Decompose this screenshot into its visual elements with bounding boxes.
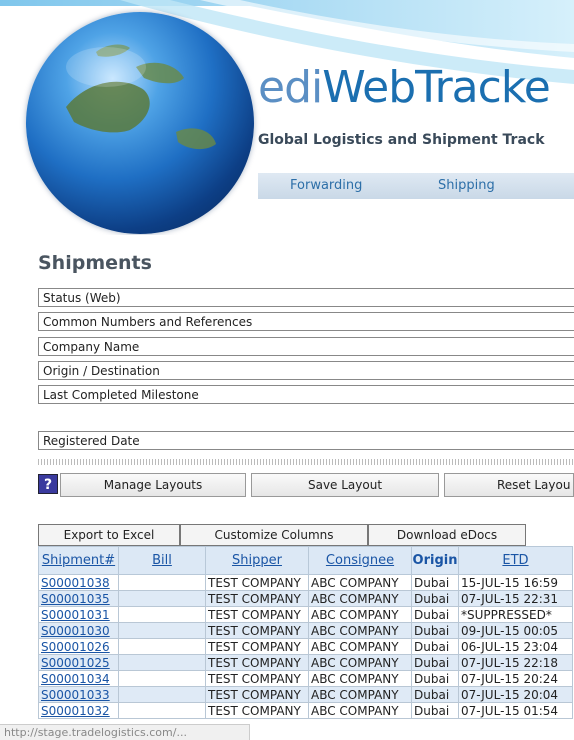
shipment-link[interactable]: S00001025 (38, 654, 119, 671)
export-excel-button[interactable]: Export to Excel (38, 524, 180, 546)
shipper-cell: TEST COMPANY (205, 574, 309, 591)
bill-cell (118, 686, 206, 703)
bill-cell (118, 590, 206, 607)
origin-cell: Dubai (411, 590, 459, 607)
shipment-link[interactable]: S00001038 (38, 574, 119, 591)
shipment-link[interactable]: S00001035 (38, 590, 119, 607)
column-header-shipment[interactable]: Shipment# (38, 546, 119, 575)
manage-layouts-button[interactable]: Manage Layouts (60, 473, 246, 497)
bill-cell (118, 702, 206, 719)
consignee-cell: ABC COMPANY (308, 670, 412, 687)
table-row: S00001034 TEST COMPANY ABC COMPANY Dubai… (38, 670, 573, 687)
etd-cell: 07-JUL-15 22:31 (458, 590, 573, 607)
etd-cell: 15-JUL-15 16:59 (458, 574, 573, 591)
bill-cell (118, 638, 206, 655)
table-row: S00001031 TEST COMPANY ABC COMPANY Dubai… (38, 606, 573, 623)
nav-shipping[interactable]: Shipping (438, 178, 495, 193)
consignee-cell: ABC COMPANY (308, 622, 412, 639)
filter-registered-date[interactable]: Registered Date (38, 431, 574, 450)
shipment-link[interactable]: S00001032 (38, 702, 119, 719)
table-row: S00001035 TEST COMPANY ABC COMPANY Dubai… (38, 590, 573, 607)
consignee-cell: ABC COMPANY (308, 606, 412, 623)
column-header-etd[interactable]: ETD (458, 546, 573, 575)
app-header: ediWebTracke Global Logistics and Shipme… (0, 0, 574, 235)
etd-cell: 07-JUL-15 01:54 (458, 702, 573, 719)
brand-name: WebTracke (322, 62, 551, 113)
shipper-cell: TEST COMPANY (205, 654, 309, 671)
shipment-link[interactable]: S00001030 (38, 622, 119, 639)
filter-origin-destination[interactable]: Origin / Destination (38, 361, 574, 380)
table-row: S00001030 TEST COMPANY ABC COMPANY Dubai… (38, 622, 573, 639)
table-row: S00001032 TEST COMPANY ABC COMPANY Dubai… (38, 702, 573, 719)
consignee-cell: ABC COMPANY (308, 686, 412, 703)
column-header-bill[interactable]: Bill (118, 546, 206, 575)
origin-cell: Dubai (411, 622, 459, 639)
origin-cell: Dubai (411, 702, 459, 719)
shipper-cell: TEST COMPANY (205, 590, 309, 607)
brand-logo: ediWebTracke (258, 62, 551, 113)
brand-prefix: edi (258, 62, 323, 113)
etd-cell: 07-JUL-15 20:04 (458, 686, 573, 703)
shipper-cell: TEST COMPANY (205, 606, 309, 623)
filter-status[interactable]: Status (Web) (38, 288, 574, 307)
separator (38, 459, 574, 465)
shipments-table: Shipment# Bill Shipper Consignee Origin … (38, 546, 573, 719)
consignee-cell: ABC COMPANY (308, 638, 412, 655)
browser-status-bar: http://stage.tradelogistics.com/... (0, 724, 250, 740)
origin-cell: Dubai (411, 638, 459, 655)
origin-cell: Dubai (411, 606, 459, 623)
top-nav: Forwarding Shipping (258, 173, 574, 199)
nav-forwarding[interactable]: Forwarding (290, 178, 362, 193)
help-icon[interactable]: ? (38, 474, 58, 494)
origin-cell: Dubai (411, 654, 459, 671)
column-header-origin[interactable]: Origin (411, 546, 459, 575)
tagline: Global Logistics and Shipment Track (258, 132, 545, 148)
shipment-link[interactable]: S00001026 (38, 638, 119, 655)
column-header-shipper[interactable]: Shipper (205, 546, 309, 575)
page-title: Shipments (38, 252, 152, 274)
consignee-cell: ABC COMPANY (308, 702, 412, 719)
shipper-cell: TEST COMPANY (205, 638, 309, 655)
reset-layout-button[interactable]: Reset Layou (444, 473, 574, 497)
shipment-link[interactable]: S00001031 (38, 606, 119, 623)
column-header-consignee[interactable]: Consignee (308, 546, 412, 575)
origin-cell: Dubai (411, 686, 459, 703)
consignee-cell: ABC COMPANY (308, 654, 412, 671)
filter-numbers[interactable]: Common Numbers and References (38, 312, 574, 331)
origin-cell: Dubai (411, 670, 459, 687)
bill-cell (118, 670, 206, 687)
etd-cell: 07-JUL-15 22:18 (458, 654, 573, 671)
globe-logo-icon (26, 12, 254, 234)
table-row: S00001026 TEST COMPANY ABC COMPANY Dubai… (38, 638, 573, 655)
etd-cell: 06-JUL-15 23:04 (458, 638, 573, 655)
table-row: S00001038 TEST COMPANY ABC COMPANY Dubai… (38, 574, 573, 591)
save-layout-button[interactable]: Save Layout (251, 473, 439, 497)
shipper-cell: TEST COMPANY (205, 686, 309, 703)
table-row: S00001025 TEST COMPANY ABC COMPANY Dubai… (38, 654, 573, 671)
shipment-link[interactable]: S00001033 (38, 686, 119, 703)
consignee-cell: ABC COMPANY (308, 590, 412, 607)
etd-cell: *SUPPRESSED* (458, 606, 573, 623)
shipper-cell: TEST COMPANY (205, 622, 309, 639)
bill-cell (118, 654, 206, 671)
bill-cell (118, 574, 206, 591)
filter-company[interactable]: Company Name (38, 337, 574, 356)
bill-cell (118, 622, 206, 639)
origin-cell: Dubai (411, 574, 459, 591)
etd-cell: 07-JUL-15 20:24 (458, 670, 573, 687)
customize-columns-button[interactable]: Customize Columns (180, 524, 368, 546)
table-header-row: Shipment# Bill Shipper Consignee Origin … (38, 546, 573, 575)
shipper-cell: TEST COMPANY (205, 670, 309, 687)
filter-last-milestone[interactable]: Last Completed Milestone (38, 385, 574, 404)
consignee-cell: ABC COMPANY (308, 574, 412, 591)
bill-cell (118, 606, 206, 623)
shipper-cell: TEST COMPANY (205, 702, 309, 719)
download-edocs-button[interactable]: Download eDocs (368, 524, 526, 546)
etd-cell: 09-JUL-15 00:05 (458, 622, 573, 639)
table-row: S00001033 TEST COMPANY ABC COMPANY Dubai… (38, 686, 573, 703)
shipment-link[interactable]: S00001034 (38, 670, 119, 687)
